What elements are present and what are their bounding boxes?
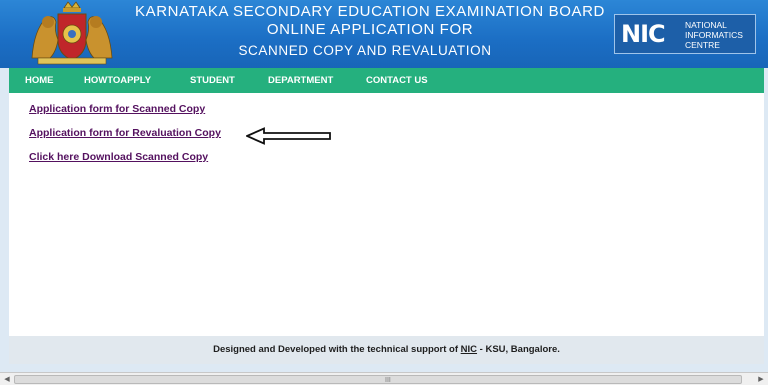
application-subtitle: SCANNED COPY AND REVALUATION [238,43,492,58]
scrollbar-grip: III [385,377,391,384]
main-content: Application form for Scanned Copy Applic… [9,93,764,336]
site-header: KARNATAKA SECONDARY EDUCATION EXAMINATIO… [0,0,768,68]
page-footer: Designed and Developed with the technica… [9,336,764,364]
nav-item-home[interactable]: HOME [25,68,54,93]
nav-item-contact-us[interactable]: CONTACT US [366,68,428,93]
download-scanned-copy-link[interactable]: Click here Download Scanned Copy [29,151,208,163]
nic-logo-text: NATIONAL INFORMATICS CENTRE [685,20,743,50]
scanned-copy-application-link[interactable]: Application form for Scanned Copy [29,103,205,115]
main-nav: HOME HOWTOAPPLY STUDENT DEPARTMENT CONTA… [9,68,764,93]
footer-text: Designed and Developed with the technica… [213,344,461,355]
revaluation-copy-application-link[interactable]: Application form for Revaluation Copy [29,127,221,139]
footer-nic-link[interactable]: NIC [461,344,477,355]
horizontal-scrollbar[interactable]: ◀ III ▶ [0,372,768,385]
nav-item-student[interactable]: STUDENT [190,68,235,93]
board-title: KARNATAKA SECONDARY EDUCATION EXAMINATIO… [135,3,605,20]
application-title: ONLINE APPLICATION FOR [266,21,474,38]
nav-item-howtoapply[interactable]: HOWTOAPPLY [84,68,151,93]
karnataka-emblem-icon [24,0,120,66]
scroll-right-icon[interactable]: ▶ [754,374,768,385]
header-titles: KARNATAKA SECONDARY EDUCATION EXAMINATIO… [120,3,620,60]
nav-item-department[interactable]: DEPARTMENT [268,68,333,93]
scrollbar-thumb[interactable]: III [14,375,742,384]
nic-logo: NIC NATIONAL INFORMATICS CENTRE [614,14,756,54]
footer-text-end: - KSU, Bangalore. [477,344,560,355]
scroll-left-icon[interactable]: ◀ [0,374,14,385]
nic-logo-mark: NIC [621,20,666,48]
left-arrow-icon [246,127,331,145]
